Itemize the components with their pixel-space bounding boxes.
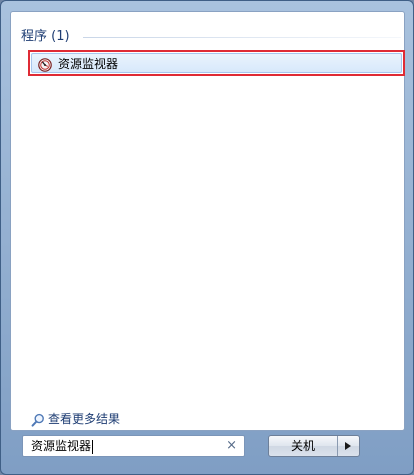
result-item-label: 资源监视器 [58,57,119,71]
see-more-label: 查看更多结果 [48,412,121,426]
shutdown-options-button[interactable] [338,436,359,456]
shutdown-button[interactable]: 关机 [269,436,338,456]
section-divider [83,37,401,38]
clear-search-icon[interactable]: × [226,436,237,456]
text-caret [92,439,94,454]
search-input[interactable]: 资源监视器 × [22,435,245,457]
search-input-value: 资源监视器 [31,439,94,454]
result-item-highlight: 资源监视器 [31,53,402,73]
resource-monitor-icon [38,57,52,72]
result-item-resource-monitor[interactable]: 资源监视器 [28,50,405,76]
start-menu: 程序 (1) 资源监视器 查看更多结果 资源监视器 × 关机 [0,0,414,475]
search-icon [31,412,45,427]
triangle-right-icon [345,442,351,450]
results-panel: 程序 (1) 资源监视器 查看更多结果 [10,11,405,431]
shutdown-control: 关机 [268,435,360,457]
section-title: 程序 (1) [21,29,70,44]
